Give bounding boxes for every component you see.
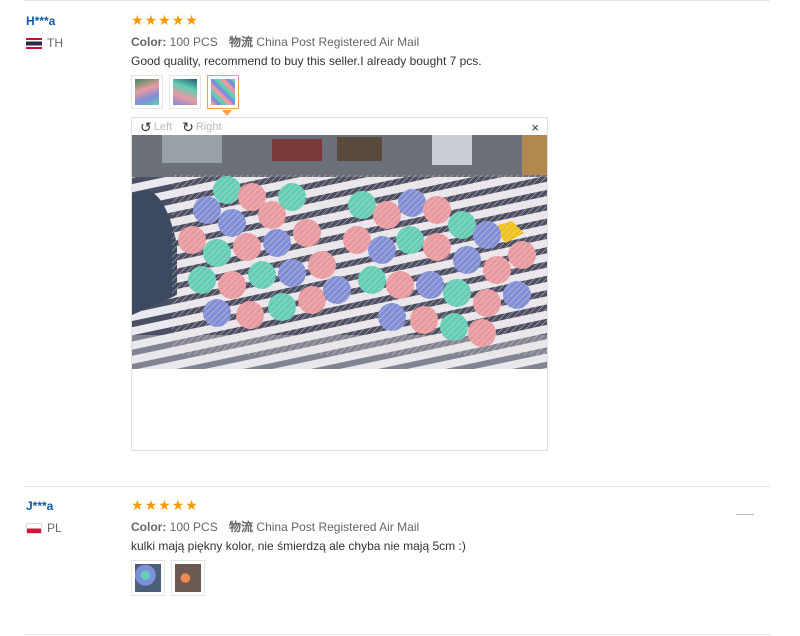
star-rating: ★ ★ ★ ★ ★ xyxy=(131,13,198,27)
review-photo-thumb[interactable] xyxy=(171,560,205,596)
shipping-value: China Post Registered Air Mail xyxy=(256,35,420,49)
review-text: kulki mają piękny kolor, nie śmierdzą al… xyxy=(131,539,466,553)
star-rating: ★ ★ ★ ★ ★ xyxy=(131,498,198,512)
review-photo-thumb[interactable] xyxy=(169,75,201,109)
country-code: TH xyxy=(47,36,63,50)
country-code: PL xyxy=(47,521,62,535)
flag-icon xyxy=(26,522,42,534)
review-photo-thumb[interactable] xyxy=(131,75,163,109)
order-info: Color: 100 PCS 物流 China Post Registered … xyxy=(131,33,419,50)
divider-top xyxy=(24,0,770,1)
active-thumb-pointer xyxy=(222,110,232,116)
star-icon: ★ xyxy=(185,497,198,513)
star-icon: ★ xyxy=(171,497,185,513)
rotate-left-button[interactable]: ↺ Left xyxy=(140,119,172,136)
flag-icon xyxy=(26,37,42,49)
review-photo-thumb[interactable] xyxy=(131,560,165,596)
color-value: 100 PCS xyxy=(169,35,218,49)
review-text: Good quality, recommend to buy this sell… xyxy=(131,54,482,68)
close-icon[interactable]: × xyxy=(531,120,539,135)
color-label: Color: xyxy=(131,35,167,49)
star-icon: ★ xyxy=(144,497,158,513)
rotate-left-label: Left xyxy=(153,121,173,133)
review-divider xyxy=(24,486,770,487)
rotate-right-label: Right xyxy=(195,121,222,133)
rotate-right-icon: ↻ xyxy=(182,118,194,135)
rotate-left-icon: ↺ xyxy=(140,118,152,135)
star-icon: ★ xyxy=(144,12,158,28)
star-icon: ★ xyxy=(185,12,198,28)
divider-bottom xyxy=(24,634,770,635)
reviewer-country: PL xyxy=(26,521,62,535)
star-icon: ★ xyxy=(158,12,171,28)
shipping-label: 物流 xyxy=(229,520,254,534)
star-icon: ★ xyxy=(158,497,171,513)
star-icon: ★ xyxy=(171,12,185,28)
helpful-divider xyxy=(736,514,754,515)
balls-photo xyxy=(132,135,547,369)
star-icon: ★ xyxy=(131,497,144,513)
color-value: 100 PCS xyxy=(169,520,218,534)
shipping-value: China Post Registered Air Mail xyxy=(256,520,420,534)
review-thumbnails xyxy=(131,75,239,109)
image-viewer: ↺ Left ↻ Right × xyxy=(131,117,548,451)
order-info: Color: 100 PCS 物流 China Post Registered … xyxy=(131,518,419,535)
review-photo-large xyxy=(132,135,547,369)
color-label: Color: xyxy=(131,520,167,534)
review-photo-thumb-active[interactable] xyxy=(207,75,239,109)
rotate-right-button[interactable]: ↻ Right xyxy=(182,119,221,136)
star-icon: ★ xyxy=(131,12,144,28)
viewer-toolbar: ↺ Left ↻ Right xyxy=(132,118,547,136)
reviewer-country: TH xyxy=(26,36,63,50)
shipping-label: 物流 xyxy=(229,35,254,49)
reviewer-name[interactable]: J***a xyxy=(26,499,53,513)
review-thumbnails xyxy=(131,560,205,596)
reviewer-name[interactable]: H***a xyxy=(26,14,55,28)
